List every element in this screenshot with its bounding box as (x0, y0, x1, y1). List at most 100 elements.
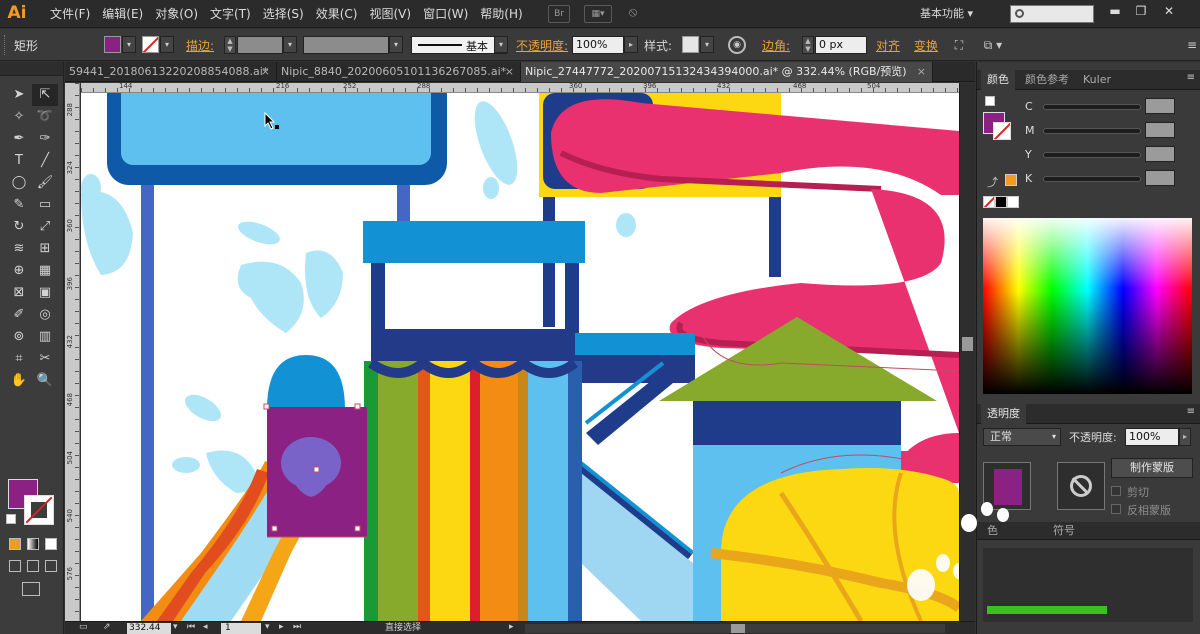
tab-symbols[interactable]: 符号 (1047, 522, 1081, 540)
line-tool-icon[interactable]: ╱ (32, 150, 58, 172)
swap-colors-icon[interactable] (985, 96, 995, 106)
stroke-label[interactable]: 描边: (186, 37, 214, 54)
transform-link[interactable]: 变换 (914, 37, 938, 54)
menu-view[interactable]: 视图(V) (363, 0, 417, 28)
direct-selection-tool-icon[interactable]: ⇱ (32, 84, 58, 106)
artboard-tool-icon[interactable]: ⌗ (6, 348, 32, 370)
minimize-button[interactable]: ▬ (1102, 2, 1128, 20)
brush-definition[interactable]: 基本 (411, 36, 507, 54)
close-tab-icon[interactable]: × (917, 62, 926, 82)
color-mode-icon[interactable] (9, 538, 21, 550)
next-artboard-button[interactable]: ▸ (279, 622, 284, 632)
tab-color-guide[interactable]: 颜色参考 (1019, 70, 1075, 90)
opacity-arrow[interactable]: ▸ (624, 36, 638, 53)
previous-artboard-button[interactable]: ◂ (203, 622, 208, 632)
default-colors-icon[interactable] (6, 514, 16, 524)
free-transform-tool-icon[interactable]: ⊞ (32, 238, 58, 260)
artboard-number-field[interactable]: 1 (221, 623, 261, 634)
isolate-icon[interactable]: ⛶ (946, 36, 972, 54)
transparency-opacity-field[interactable]: 100% (1125, 428, 1179, 446)
hand-tool-icon[interactable]: ✋ (6, 370, 32, 392)
channel-k-value[interactable] (1145, 170, 1175, 186)
corner-label[interactable]: 边角: (762, 37, 790, 54)
blend-mode-select[interactable]: 正常 ▾ (983, 428, 1061, 446)
menu-effect[interactable]: 效果(C) (310, 0, 364, 28)
none-mode-icon[interactable] (45, 538, 57, 550)
stroke-dropdown[interactable]: ▾ (160, 36, 174, 53)
menu-object[interactable]: 对象(O) (149, 0, 204, 28)
make-mask-button[interactable]: 制作蒙版 (1111, 458, 1193, 478)
fill-dropdown[interactable]: ▾ (122, 36, 136, 53)
align-link[interactable]: 对齐 (876, 37, 900, 54)
artboard-dropdown[interactable]: ▾ (265, 622, 270, 632)
arrange-documents-icon[interactable]: ▦▾ (584, 5, 612, 23)
channel-m-slider[interactable] (1043, 128, 1141, 134)
gradient-tool-icon[interactable]: ▣ (32, 282, 58, 304)
menu-edit[interactable]: 编辑(E) (96, 0, 149, 28)
brush-dropdown[interactable]: ▾ (494, 36, 508, 53)
magic-wand-tool-icon[interactable]: ✧ (6, 106, 32, 128)
panel-grip[interactable] (4, 35, 7, 55)
lasso-tool-icon[interactable]: ➰ (32, 106, 58, 128)
tab-kuler[interactable]: Kuler (1077, 70, 1117, 90)
control-panel-menu-icon[interactable]: ≡ (1186, 36, 1198, 54)
width-profile-dropdown[interactable]: ▾ (389, 36, 403, 53)
color-spectrum[interactable] (983, 218, 1192, 394)
menu-file[interactable]: 文件(F) (44, 0, 96, 28)
eraser-tool-icon[interactable]: ▭ (32, 194, 58, 216)
channel-y-value[interactable] (1145, 146, 1175, 162)
white-swatch[interactable] (1007, 196, 1019, 208)
zoom-level-field[interactable]: 332.44 (127, 623, 171, 634)
menu-window[interactable]: 窗口(W) (417, 0, 474, 28)
clip-checkbox[interactable] (1111, 486, 1121, 496)
color-panel-stroke[interactable] (993, 122, 1011, 140)
out-of-gamut-warning-icon[interactable]: ⤴ (987, 174, 998, 190)
workspace-switcher[interactable]: 基本功能 ▾ (920, 4, 992, 24)
arrange-icon[interactable]: ⧉ ▾ (976, 36, 1010, 54)
channel-y-slider[interactable] (1043, 152, 1141, 158)
search-input[interactable] (1010, 5, 1094, 23)
perspective-grid-tool-icon[interactable]: ▦ (32, 260, 58, 282)
channel-k-slider[interactable] (1043, 176, 1141, 182)
stroke-swatch[interactable] (142, 36, 159, 53)
scroll-thumb[interactable] (731, 624, 745, 633)
gradient-mode-icon[interactable] (27, 538, 39, 550)
rotate-tool-icon[interactable]: ↻ (6, 216, 32, 238)
shape-builder-tool-icon[interactable]: ⊕ (6, 260, 32, 282)
slice-tool-icon[interactable]: ✂ (32, 348, 58, 370)
curvature-tool-icon[interactable]: ✑ (32, 128, 58, 150)
channel-m-value[interactable] (1145, 122, 1175, 138)
close-tab-icon[interactable]: × (505, 62, 514, 82)
close-tab-icon[interactable]: × (261, 62, 270, 82)
symbol-sprayer-tool-icon[interactable]: ⊚ (6, 326, 32, 348)
zoom-tool-icon[interactable]: 🔍 (32, 370, 58, 392)
graphic-style-swatch[interactable] (682, 36, 699, 53)
blend-tool-icon[interactable]: ◎ (32, 304, 58, 326)
draw-behind-icon[interactable] (27, 560, 39, 572)
first-artboard-button[interactable]: ⏮ (187, 622, 195, 632)
channel-c-value[interactable] (1145, 98, 1175, 114)
fill-swatch[interactable] (104, 36, 121, 53)
variable-width-profile[interactable] (303, 36, 389, 54)
screen-mode-icon[interactable] (22, 582, 40, 596)
type-tool-icon[interactable]: T (6, 150, 32, 172)
selection-tool-icon[interactable]: ➤ (6, 84, 32, 106)
black-swatch[interactable] (995, 196, 1007, 208)
mesh-tool-icon[interactable]: ⊠ (6, 282, 32, 304)
tab-document-1[interactable]: 59441_20180613220208854088.ai* × (65, 62, 277, 82)
tab-transparency[interactable]: 透明度 (981, 404, 1026, 424)
pen-tool-icon[interactable]: ✒ (6, 128, 32, 150)
zoom-dropdown[interactable]: ▾ (173, 622, 178, 632)
opacity-field[interactable]: 100% (572, 36, 624, 54)
pencil-tool-icon[interactable]: ✎ (6, 194, 32, 216)
recolor-artwork-icon[interactable]: ◉ (728, 36, 746, 54)
share-icon[interactable]: ⇗ (103, 622, 111, 632)
stroke-weight-field[interactable] (237, 36, 283, 54)
panel-menu-icon[interactable]: ≡ (1187, 406, 1195, 417)
draw-normal-icon[interactable] (9, 560, 21, 572)
opacity-label[interactable]: 不透明度: (516, 37, 568, 54)
panel-menu-icon[interactable]: ≡ (1187, 72, 1195, 83)
scale-tool-icon[interactable]: ⤢ (32, 216, 58, 238)
artboard-nav-icon[interactable]: ▭ (79, 622, 88, 632)
invert-mask-checkbox[interactable] (1111, 504, 1121, 514)
